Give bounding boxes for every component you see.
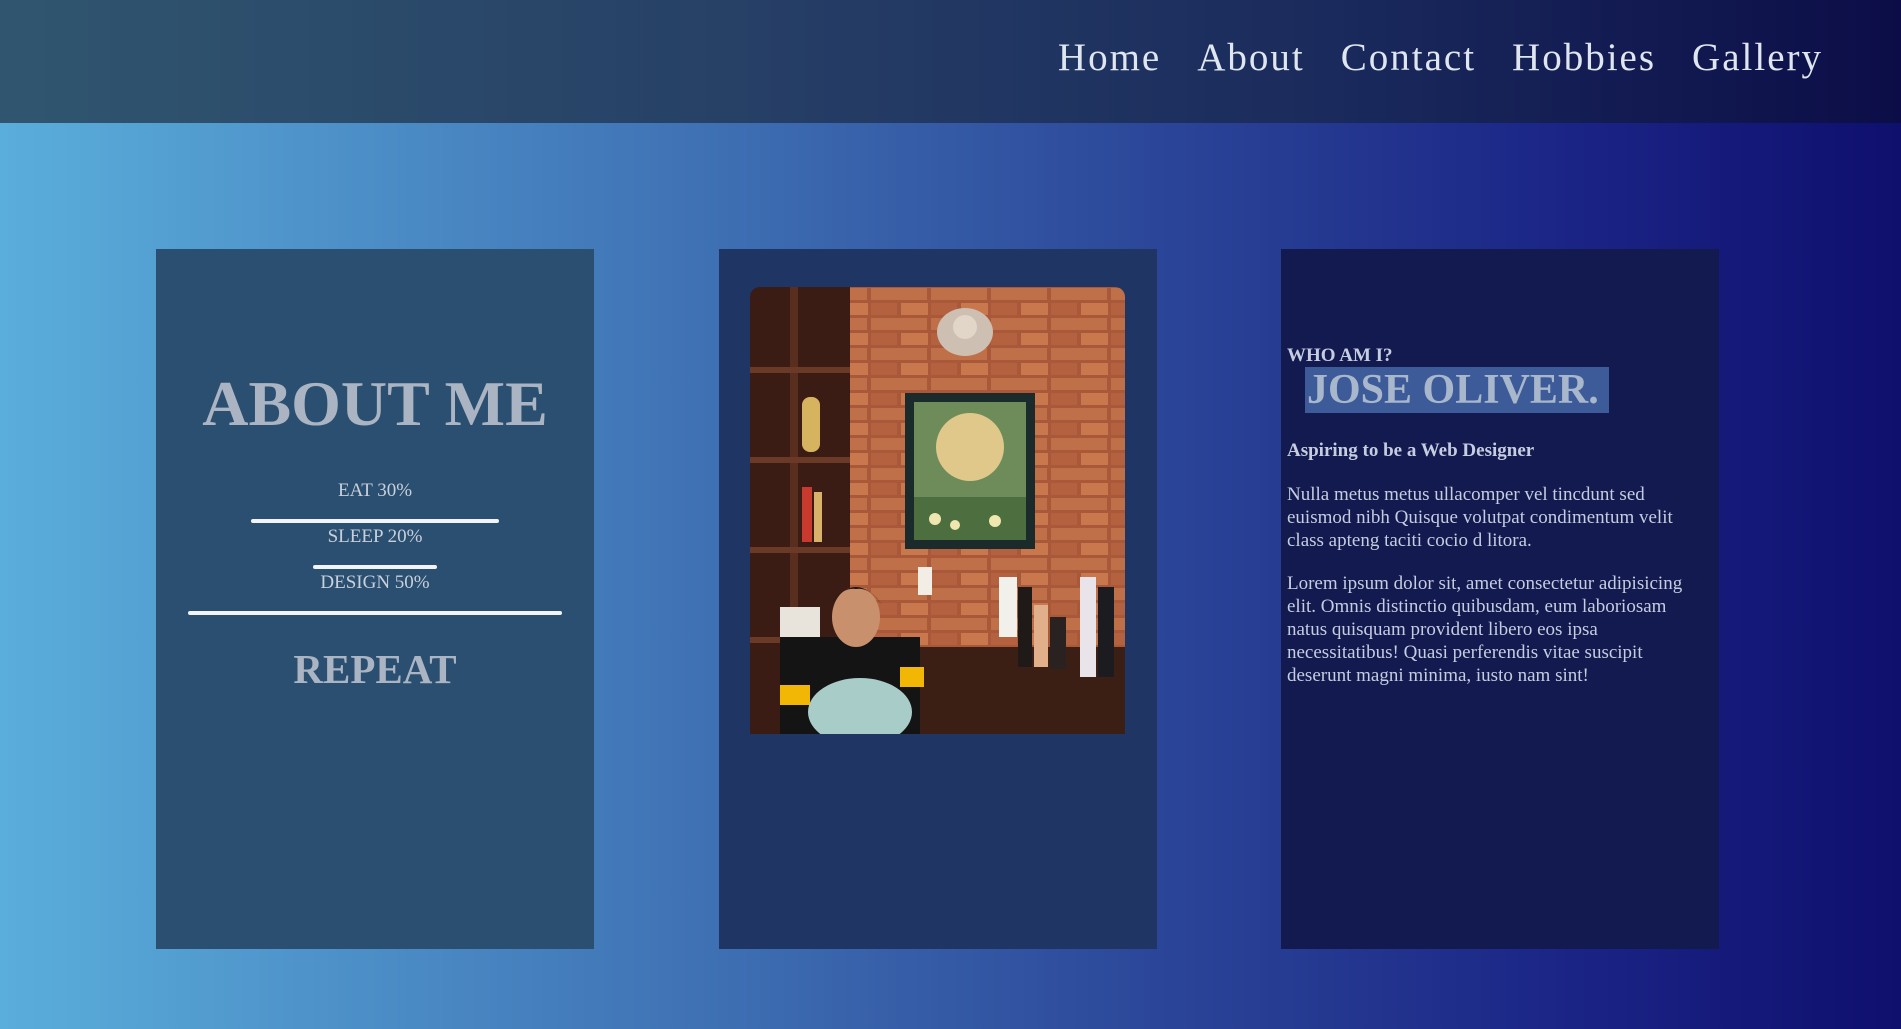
tagline: Aspiring to be a Web Designer xyxy=(1287,440,1535,461)
stat-label-design: DESIGN 50% xyxy=(320,572,430,593)
photo-card xyxy=(719,249,1157,949)
stat-bar-design xyxy=(188,611,562,615)
nav-link-hobbies[interactable]: Hobbies xyxy=(1512,35,1656,80)
name-heading: JOSE OLIVER. xyxy=(1305,367,1609,413)
stat-bar-eat xyxy=(251,519,499,523)
repeat-label: REPEAT xyxy=(293,646,457,692)
stat-bar-sleep xyxy=(313,565,437,569)
bio-paragraph-1: Nulla metus metus ullacomper vel tincdun… xyxy=(1287,484,1673,551)
nav-menu: Home About Contact Hobbies Gallery xyxy=(1058,35,1823,80)
bio-card: WHO AM I? JOSE OLIVER. Aspiring to be a … xyxy=(1281,249,1719,949)
navbar: Home About Contact Hobbies Gallery xyxy=(0,0,1901,123)
nav-link-gallery[interactable]: Gallery xyxy=(1692,35,1823,80)
stat-label-eat: EAT 30% xyxy=(337,480,413,501)
nav-link-contact[interactable]: Contact xyxy=(1341,35,1476,80)
nav-link-home[interactable]: Home xyxy=(1058,35,1161,80)
nav-link-about[interactable]: About xyxy=(1197,35,1305,80)
about-me-card: ABOUT ME EAT 30% SLEEP 20% DESIGN 50% RE… xyxy=(156,249,594,949)
stat-label-sleep: SLEEP 20% xyxy=(327,526,423,547)
about-me-title: ABOUT ME xyxy=(202,368,548,439)
who-am-i-label: WHO AM I? xyxy=(1287,345,1393,366)
bio-paragraph-2: Lorem ipsum dolor sit, amet consectetur … xyxy=(1287,573,1683,686)
profile-photo xyxy=(750,287,1125,734)
